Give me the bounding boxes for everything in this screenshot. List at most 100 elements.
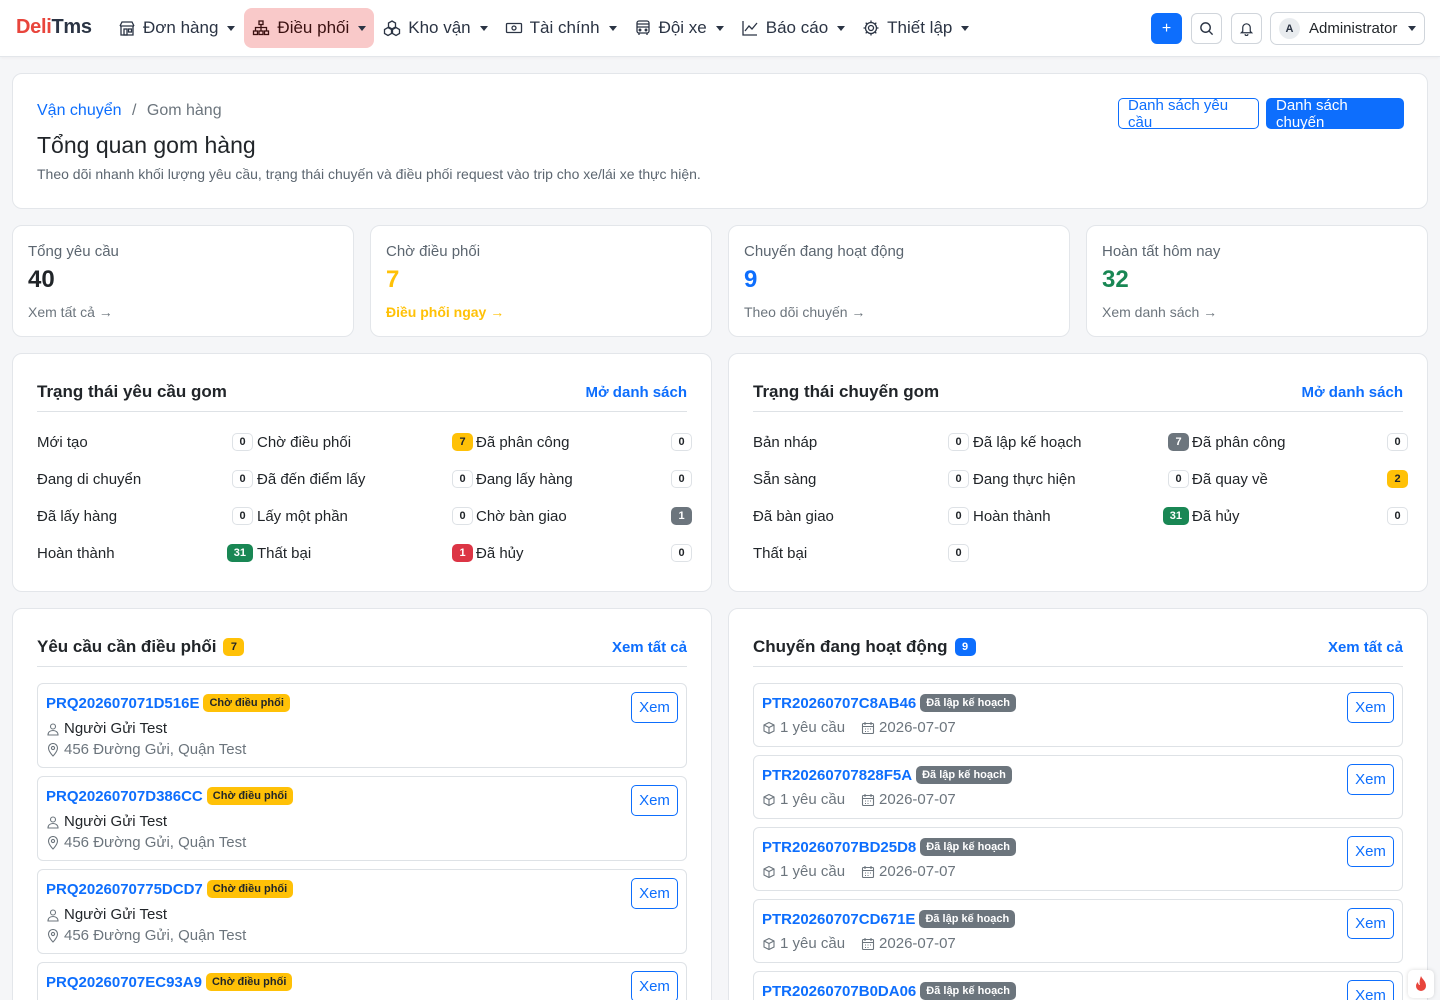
stat-link[interactable]: Điều phối ngay →: [386, 304, 504, 320]
request-code-link[interactable]: PRQ2026070775DCD7: [46, 881, 203, 898]
status-label: Mới tạo: [37, 433, 88, 451]
stat-link[interactable]: Xem tất cả →: [28, 304, 113, 320]
status-label: Lấy một phần: [257, 507, 348, 525]
status-item[interactable]: Sẵn sàng 0: [753, 468, 969, 490]
search-button[interactable]: [1191, 13, 1222, 44]
status-item[interactable]: Chờ điều phối 7: [257, 431, 473, 453]
view-request-button[interactable]: Xem: [631, 785, 678, 816]
request-code-row: PRQ202607071D516E Chờ điều phối: [46, 694, 290, 712]
status-item[interactable]: Đã hủy 0: [476, 542, 692, 564]
stat-label: Chờ điều phối: [386, 243, 481, 260]
request-code-link[interactable]: PRQ20260707D386CC: [46, 788, 203, 805]
breadcrumb-separator: /: [131, 102, 137, 119]
stat-link[interactable]: Theo dõi chuyến →: [744, 304, 865, 320]
request-count: 1 yêu cầu: [780, 863, 846, 880]
view-trip-button[interactable]: Xem: [1347, 908, 1394, 939]
trip-date: 2026-07-07: [879, 863, 956, 880]
view-request-button[interactable]: Xem: [631, 971, 678, 1000]
trip-code-link[interactable]: PTR20260707BD25D8: [762, 839, 916, 856]
trip-code-row: PTR20260707CD671E Đã lập kế hoạch: [762, 910, 1016, 928]
menu-thiet-lap[interactable]: Thiết lập: [854, 8, 977, 48]
status-item[interactable]: Chờ bàn giao 1: [476, 505, 692, 527]
brand-part1: Deli: [16, 16, 52, 38]
view-all-link[interactable]: Xem tất cả: [1328, 639, 1403, 656]
view-trip-button[interactable]: Xem: [1347, 692, 1394, 723]
status-item[interactable]: Lấy một phần 0: [257, 505, 473, 527]
trip-code-link[interactable]: PTR20260707C8AB46: [762, 695, 916, 712]
menu-kho-van[interactable]: Kho vận: [375, 8, 495, 48]
status-item[interactable]: Hoàn thành 31: [973, 505, 1189, 527]
view-trip-button[interactable]: Xem: [1347, 764, 1394, 795]
caret-down-icon: [837, 25, 846, 31]
view-trip-button[interactable]: Xem: [1347, 980, 1394, 1000]
request-item[interactable]: PRQ20260707D386CC Chờ điều phối Người Gửi…: [37, 776, 687, 861]
status-item[interactable]: Đang lấy hàng 0: [476, 468, 692, 490]
view-request-button[interactable]: Xem: [631, 692, 678, 723]
menu-doi-xe[interactable]: Đội xe: [626, 8, 732, 48]
open-list-link[interactable]: Mở danh sách: [1301, 384, 1403, 401]
status-item[interactable]: Thất bại 1: [257, 542, 473, 564]
page-title: Tổng quan gom hàng: [37, 132, 256, 158]
request-item[interactable]: PRQ20260707EC93A9 Chờ điều phối Xem: [37, 962, 687, 1000]
status-item[interactable]: Đã bàn giao 0: [753, 505, 969, 527]
status-item[interactable]: Đã hủy 0: [1192, 505, 1408, 527]
trip-item[interactable]: PTR20260707B0DA06 Đã lập kế hoạch Xem: [753, 971, 1403, 1000]
open-list-link[interactable]: Mở danh sách: [585, 384, 687, 401]
view-all-link[interactable]: Xem tất cả: [612, 639, 687, 656]
status-item[interactable]: Đã phân công 0: [1192, 431, 1408, 453]
user-menu[interactable]: A Administrator: [1270, 12, 1425, 45]
view-trip-button[interactable]: Xem: [1347, 836, 1394, 867]
status-item[interactable]: Bản nháp 0: [753, 431, 969, 453]
request-count: 1 yêu cầu: [780, 791, 846, 808]
status-count-badge: 0: [1168, 470, 1189, 488]
trip-item[interactable]: PTR20260707CD671E Đã lập kế hoạch 1 yêu c…: [753, 899, 1403, 963]
stat-value: 32: [1102, 266, 1129, 293]
request-item[interactable]: PRQ202607071D516E Chờ điều phối Người Gửi…: [37, 683, 687, 768]
caret-down-icon: [715, 25, 724, 31]
request-code-link[interactable]: PRQ20260707EC93A9: [46, 974, 202, 991]
request-code-link[interactable]: PRQ202607071D516E: [46, 695, 199, 712]
status-count-badge: 0: [232, 507, 253, 525]
menu-bao-cao[interactable]: Báo cáo: [733, 8, 853, 48]
status-item[interactable]: Hoàn thành 31: [37, 542, 253, 564]
menu-tai-chinh[interactable]: Tài chính: [497, 8, 625, 48]
view-request-button[interactable]: Xem: [631, 878, 678, 909]
request-item[interactable]: PRQ2026070775DCD7 Chờ điều phối Người Gửi…: [37, 869, 687, 954]
status-count-badge: 7: [452, 433, 473, 451]
stat-link[interactable]: Xem danh sách →: [1102, 304, 1217, 320]
trip-code-link[interactable]: PTR20260707B0DA06: [762, 983, 916, 1000]
status-label: Thất bại: [257, 544, 312, 562]
status-item[interactable]: Đã phân công 0: [476, 431, 692, 453]
status-count-badge: 7: [1168, 433, 1189, 451]
request-list-button[interactable]: Danh sách yêu cầu: [1118, 97, 1259, 131]
status-item[interactable]: Đã lấy hàng 0: [37, 505, 253, 527]
trip-code-link[interactable]: PTR20260707828F5A: [762, 767, 912, 784]
trip-list-button[interactable]: Danh sách chuyến: [1266, 97, 1404, 131]
menu-dieu-phoi[interactable]: Điều phối: [244, 8, 375, 48]
trip-item[interactable]: PTR20260707BD25D8 Đã lập kế hoạch 1 yêu c…: [753, 827, 1403, 891]
box-icon: [763, 937, 775, 950]
section-title: Chuyến đang hoạt động 9: [753, 637, 976, 657]
status-item[interactable]: Đã quay về 2: [1192, 468, 1408, 490]
status-item[interactable]: Đã lập kế hoạch 7: [973, 431, 1189, 453]
menu-don-hang[interactable]: Đơn hàng: [110, 8, 243, 48]
trip-code-link[interactable]: PTR20260707CD671E: [762, 911, 915, 928]
menu-label: Tài chính: [529, 18, 600, 37]
trip-item[interactable]: PTR20260707C8AB46 Đã lập kế hoạch 1 yêu c…: [753, 683, 1403, 747]
status-item[interactable]: Đang thực hiện 0: [973, 468, 1189, 490]
notifications-button[interactable]: [1231, 13, 1262, 44]
fire-widget-button[interactable]: [1408, 970, 1434, 998]
divider: [37, 411, 687, 412]
status-label: Hoàn thành: [37, 544, 115, 562]
menu-label: Đội xe: [658, 18, 707, 37]
status-item[interactable]: Đang di chuyển 0: [37, 468, 253, 490]
status-item[interactable]: Thất bại 0: [753, 542, 969, 564]
trip-item[interactable]: PTR20260707828F5A Đã lập kế hoạch 1 yêu c…: [753, 755, 1403, 819]
add-button[interactable]: +: [1151, 13, 1182, 44]
status-item[interactable]: Đã đến điểm lấy 0: [257, 468, 473, 490]
brand-logo[interactable]: DeliTms: [16, 16, 92, 39]
trip-meta-row: 1 yêu cầu 2026-07-07: [762, 935, 956, 952]
status-badge: Chờ điều phối: [203, 694, 290, 712]
status-item[interactable]: Mới tạo 0: [37, 431, 253, 453]
breadcrumb-root-link[interactable]: Vận chuyển: [37, 102, 122, 119]
